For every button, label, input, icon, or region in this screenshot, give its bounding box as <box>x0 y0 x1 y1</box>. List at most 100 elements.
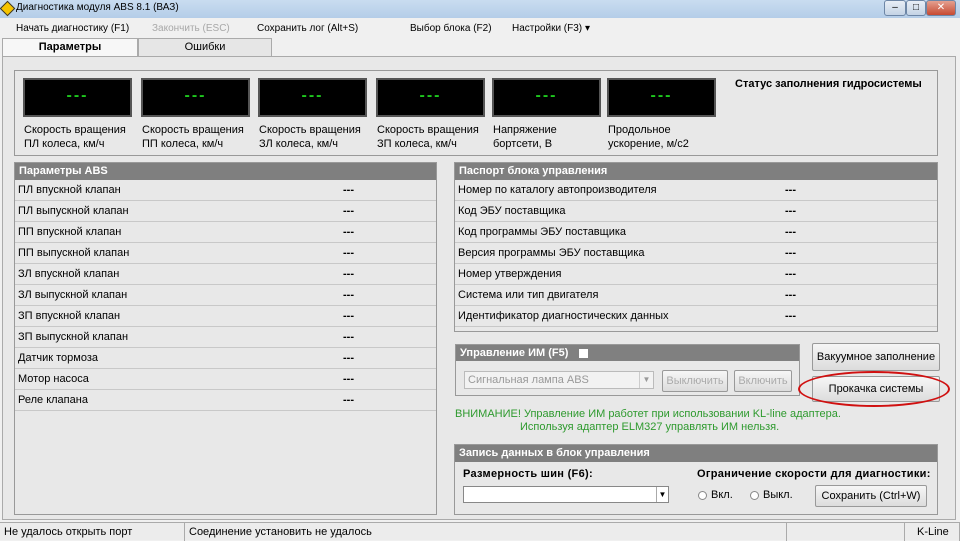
row-name: ЗП впускной клапан <box>18 310 121 322</box>
row-name: Система или тип двигателя <box>458 289 599 301</box>
status-empty <box>787 523 905 541</box>
row-value: --- <box>343 226 354 238</box>
dropdown-arrow-icon: ▼ <box>639 372 653 388</box>
gauge-display: --- <box>23 78 132 117</box>
status-bar: Не удалось открыть порт Соединение устан… <box>0 522 960 541</box>
speed-limit-off-label: Выкл. <box>763 489 793 501</box>
table-row: Идентификатор диагностических данных --- <box>455 306 937 327</box>
row-name: Номер утверждения <box>458 268 562 280</box>
row-name: ПП впускной клапан <box>18 226 122 238</box>
table-row: ПП выпускной клапан --- <box>15 243 436 264</box>
table-row: ЗЛ выпускной клапан --- <box>15 285 436 306</box>
minimize-button[interactable]: – <box>884 0 906 16</box>
im-control-header: Управление ИМ (F5) <box>456 345 799 361</box>
row-value: --- <box>785 226 796 238</box>
table-row: ПЛ выпускной клапан --- <box>15 201 436 222</box>
speed-limit-off-radio[interactable]: Выкл. <box>750 489 793 501</box>
gauge-label: Скорость вращения ЗП колеса, км/ч <box>377 123 479 151</box>
write-data-group: Запись данных в блок управления Размерно… <box>454 444 938 515</box>
row-value: --- <box>343 289 354 301</box>
row-name: ЗЛ впускной клапан <box>18 268 120 280</box>
table-row: ЗП впускной клапан --- <box>15 306 436 327</box>
gauge-label: Продольное ускорение, м/с2 <box>608 123 689 151</box>
menu-start-diagnostics[interactable]: Начать диагностику (F1) <box>16 23 129 34</box>
gauge-display: --- <box>492 78 601 117</box>
row-name: Идентификатор диагностических данных <box>458 310 669 322</box>
gauge-label-line-2: ПЛ колеса, км/ч <box>24 138 105 150</box>
passport-panel: Паспорт блока управления Номер по катало… <box>454 162 938 332</box>
gauge-label-line-1: Скорость вращения <box>377 124 479 136</box>
gauge-label-line-2: ускорение, м/с2 <box>608 138 689 150</box>
row-name: Реле клапана <box>18 394 88 406</box>
row-value: --- <box>343 247 354 259</box>
row-value: --- <box>343 310 354 322</box>
gauge-label-line-1: Напряжение <box>493 124 557 136</box>
title-bar: Диагностика модуля ABS 8.1 (ВАЗ) – □ ✕ <box>0 0 960 18</box>
row-value: --- <box>343 352 354 364</box>
row-name: Мотор насоса <box>18 373 89 385</box>
gauge-display: --- <box>258 78 367 117</box>
row-value: --- <box>785 184 796 196</box>
row-name: Код программы ЭБУ поставщика <box>458 226 627 238</box>
gauge-label-line-2: ЗЛ колеса, км/ч <box>259 138 339 150</box>
gauge-label-line-1: Продольное <box>608 124 671 136</box>
table-row: ЗП выпускной клапан --- <box>15 327 436 348</box>
im-off-button[interactable]: Выключить <box>662 370 728 392</box>
tire-size-label: Размерность шин (F6): <box>463 468 593 480</box>
dropdown-arrow-icon: ▾ <box>584 23 590 34</box>
radio-icon <box>698 490 707 500</box>
row-value: --- <box>343 373 354 385</box>
row-name: Номер по каталогу автопроизводителя <box>458 184 657 196</box>
status-connection: Соединение установить не удалось <box>185 523 787 541</box>
table-row: ЗЛ впускной клапан --- <box>15 264 436 285</box>
menu-settings-label: Настройки (F3) <box>512 23 583 34</box>
im-select[interactable]: Сигнальная лампа ABS ▼ <box>464 371 654 389</box>
row-name: ПЛ выпускной клапан <box>18 205 129 217</box>
gauge-label: Скорость вращения ПП колеса, км/ч <box>142 123 244 151</box>
tire-size-select[interactable]: ▼ <box>463 486 669 503</box>
gauge-label-line-1: Скорость вращения <box>259 124 361 136</box>
gauge-label: Напряжение бортсети, В <box>493 123 557 151</box>
warning-line-2: Используя адаптер ELM327 управлять ИМ не… <box>520 421 780 433</box>
speed-limit-label: Ограничение скорости для диагностики: <box>697 468 931 480</box>
window-title: Диагностика модуля ABS 8.1 (ВАЗ) <box>16 2 179 13</box>
warning-text: ВНИМАНИЕ! Управление ИМ работет при испо… <box>455 408 841 434</box>
row-value: --- <box>785 205 796 217</box>
write-data-title: Запись данных в блок управления <box>455 445 937 462</box>
tab-errors[interactable]: Ошибки <box>138 38 272 56</box>
menu-select-block[interactable]: Выбор блока (F2) <box>410 23 492 34</box>
abs-params-title: Параметры ABS <box>15 163 436 180</box>
im-control-checkbox[interactable] <box>579 348 589 358</box>
row-value: --- <box>785 289 796 301</box>
gauge-display: --- <box>141 78 250 117</box>
abs-params-panel: Параметры ABS ПЛ впускной клапан --- ПЛ вы… <box>14 162 437 515</box>
menu-settings[interactable]: Настройки (F3) ▾ <box>512 23 590 34</box>
radio-icon <box>750 490 759 500</box>
row-name: Версия программы ЭБУ поставщика <box>458 247 645 259</box>
dropdown-arrow-icon: ▼ <box>656 487 668 502</box>
im-control-group: Управление ИМ (F5) Сигнальная лампа ABS … <box>455 344 800 396</box>
row-value: --- <box>343 331 354 343</box>
im-select-value: Сигнальная лампа ABS <box>468 374 589 386</box>
save-button[interactable]: Сохранить (Ctrl+W) <box>815 485 927 507</box>
table-row: Номер по каталогу автопроизводителя --- <box>455 180 937 201</box>
highlight-ellipse <box>798 371 950 407</box>
im-on-button[interactable]: Включить <box>734 370 792 392</box>
menu-save-log[interactable]: Сохранить лог (Alt+S) <box>257 23 358 34</box>
gauge-display: --- <box>376 78 485 117</box>
table-row: Мотор насоса --- <box>15 369 436 390</box>
speed-limit-on-radio[interactable]: Вкл. <box>698 489 733 501</box>
row-value: --- <box>785 247 796 259</box>
maximize-button[interactable]: □ <box>906 0 926 16</box>
table-row: Датчик тормоза --- <box>15 348 436 369</box>
row-value: --- <box>343 268 354 280</box>
im-control-title: Управление ИМ (F5) <box>460 347 569 359</box>
row-name: Код ЭБУ поставщика <box>458 205 566 217</box>
table-row: ПП впускной клапан --- <box>15 222 436 243</box>
status-port: Не удалось открыть порт <box>0 523 185 541</box>
passport-title: Паспорт блока управления <box>455 163 937 180</box>
close-button[interactable]: ✕ <box>926 0 956 16</box>
menu-stop[interactable]: Закончить (ESC) <box>152 23 230 34</box>
vacuum-fill-button[interactable]: Вакуумное заполнение <box>812 343 940 371</box>
tab-parameters[interactable]: Параметры <box>2 38 138 56</box>
